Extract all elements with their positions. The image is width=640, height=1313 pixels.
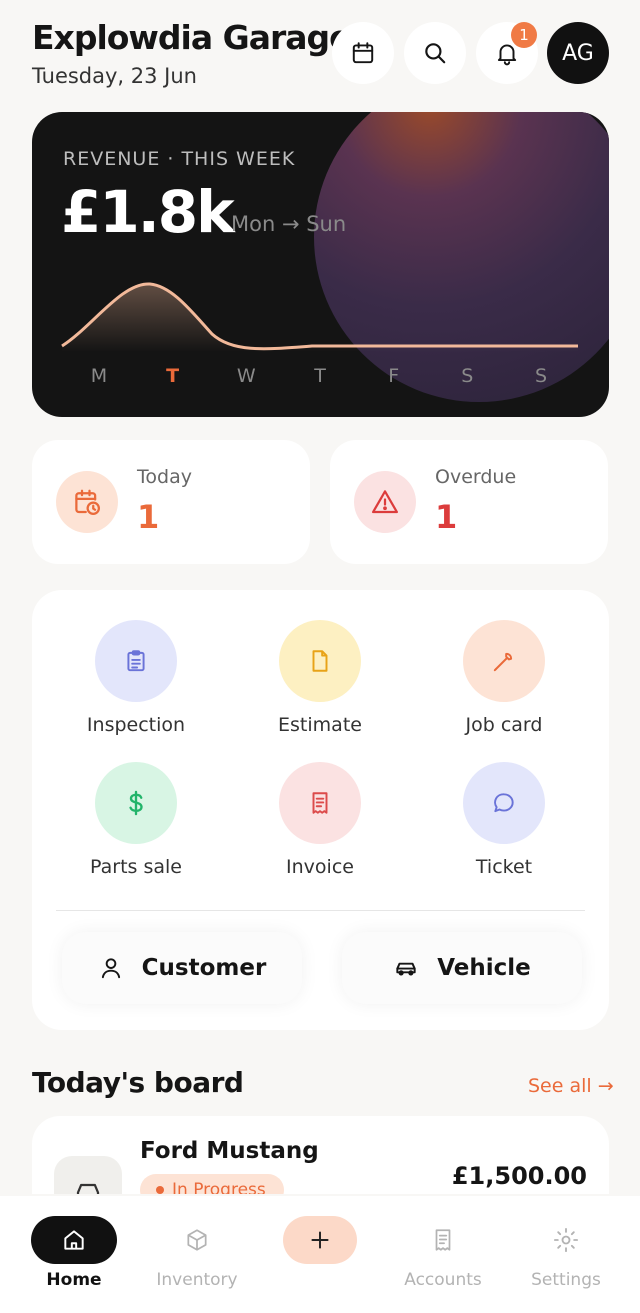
dollar-icon [129, 790, 143, 816]
warning-icon [372, 490, 398, 514]
action-label: Estimate [278, 714, 362, 736]
nav-pill [400, 1216, 486, 1264]
quick-actions-card: Inspection Estimate Job card Parts sale [32, 590, 609, 1030]
action-parts-sale[interactable]: Parts sale [56, 762, 216, 878]
divider [56, 910, 585, 911]
see-all-link[interactable]: See all → [528, 1075, 614, 1097]
action-icon-circle [95, 620, 177, 702]
notification-badge: 1 [511, 22, 537, 48]
day-label: W [237, 365, 256, 387]
new-customer-button[interactable]: Customer [62, 932, 302, 1004]
nav-pill [154, 1216, 240, 1264]
action-icon-circle [279, 762, 361, 844]
job-card[interactable]: Ford Mustang In Progress £1,500.00 [32, 1116, 609, 1194]
action-inspection[interactable]: Inspection [56, 620, 216, 736]
garage-title: Explowdia Garage [32, 18, 352, 57]
revenue-card[interactable]: REVENUE · THIS WEEK £1.8k Mon → Sun MTWT… [32, 112, 609, 417]
avatar[interactable]: AG [547, 22, 609, 84]
bottom-nav: Home Inventory Accounts Settings [0, 1196, 640, 1313]
today-label: Today [137, 466, 192, 488]
today-count: 1 [137, 498, 160, 536]
day-label: S [461, 365, 473, 387]
chat-bubble-icon [494, 793, 514, 813]
action-icon-circle [463, 762, 545, 844]
overdue-label: Overdue [435, 466, 517, 488]
nav-label: Accounts [404, 1270, 482, 1290]
nav-pill [523, 1216, 609, 1264]
box-icon [187, 1229, 207, 1251]
header: Explowdia Garage Tuesday, 23 Jun 1 AG [32, 18, 612, 98]
job-price: £1,500.00 [451, 1162, 587, 1190]
action-label: Invoice [286, 856, 354, 878]
today-stat-card[interactable]: Today 1 [32, 440, 310, 564]
action-ticket[interactable]: Ticket [424, 762, 584, 878]
action-label: Inspection [86, 714, 186, 736]
day-label: F [388, 365, 399, 387]
stat-icon-wrapper [354, 471, 416, 533]
nav-pill [31, 1216, 117, 1264]
plus-icon [311, 1231, 329, 1249]
action-job-card[interactable]: Job card [424, 620, 584, 736]
action-invoice[interactable]: Invoice [240, 762, 400, 878]
day-label: T [313, 365, 326, 387]
calendar-icon [352, 42, 374, 64]
search-icon [425, 43, 446, 64]
day-label: S [535, 365, 547, 387]
revenue-sparkline: MTWTFSS [61, 282, 578, 387]
status-badge: In Progress [140, 1174, 284, 1194]
stat-icon-wrapper [56, 471, 118, 533]
gear-icon [553, 1227, 579, 1253]
day-label: M [91, 365, 107, 387]
nav-settings[interactable]: Settings [506, 1216, 626, 1290]
action-label: Job card [465, 714, 543, 736]
nav-add-button[interactable] [260, 1216, 380, 1264]
job-vehicle-name: Ford Mustang [140, 1138, 319, 1164]
nav-pill [283, 1216, 357, 1264]
customer-label: Customer [141, 955, 267, 981]
nav-home[interactable]: Home [14, 1216, 134, 1290]
sparkline-area [62, 283, 578, 352]
action-icon-circle [95, 762, 177, 844]
calendar-button[interactable] [332, 22, 394, 84]
action-label: Ticket [475, 856, 533, 878]
receipt-icon [312, 792, 328, 814]
vehicle-thumbnail [54, 1156, 122, 1194]
document-icon [312, 650, 328, 672]
status-dot [156, 1186, 164, 1194]
car-icon [76, 1183, 100, 1194]
action-icon-circle [279, 620, 361, 702]
receipt-icon [435, 1229, 451, 1251]
board-title: Today's board [32, 1066, 244, 1099]
nav-label: Settings [531, 1270, 601, 1290]
overdue-stat-card[interactable]: Overdue 1 [330, 440, 608, 564]
action-estimate[interactable]: Estimate [240, 620, 400, 736]
home-icon [64, 1230, 84, 1250]
current-date: Tuesday, 23 Jun [32, 64, 197, 88]
nav-label: Inventory [156, 1270, 238, 1290]
overdue-count: 1 [435, 498, 458, 536]
action-label: Parts sale [90, 856, 182, 878]
person-icon [101, 958, 120, 979]
clipboard-icon [127, 650, 145, 672]
nav-accounts[interactable]: Accounts [383, 1216, 503, 1290]
status-text: In Progress [172, 1180, 266, 1194]
car-icon [396, 962, 416, 976]
wrench-icon [493, 652, 513, 672]
search-button[interactable] [404, 22, 466, 84]
nav-inventory[interactable]: Inventory [137, 1216, 257, 1290]
calendar-clock-icon [75, 489, 100, 515]
day-label: T [166, 365, 179, 387]
new-vehicle-button[interactable]: Vehicle [342, 932, 582, 1004]
action-icon-circle [463, 620, 545, 702]
board-list: Ford Mustang In Progress £1,500.00 [32, 1116, 609, 1194]
nav-label: Home [46, 1270, 102, 1290]
vehicle-label: Vehicle [437, 955, 531, 981]
